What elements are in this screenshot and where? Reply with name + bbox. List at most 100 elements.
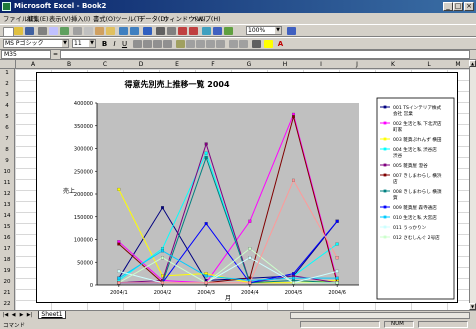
align-center-icon[interactable] [143, 40, 152, 48]
excel-app-icon[interactable] [2, 2, 11, 11]
spelling-icon[interactable] [60, 27, 69, 35]
redo-icon[interactable] [130, 27, 139, 35]
chart-wizard-icon[interactable] [202, 27, 211, 35]
row-header[interactable]: 8 [0, 147, 14, 153]
drawing-icon[interactable] [224, 27, 233, 35]
underline-icon[interactable]: U [120, 40, 129, 48]
comma-icon[interactable] [196, 40, 205, 48]
name-box[interactable]: M35 [1, 50, 51, 59]
cut-icon[interactable] [73, 27, 82, 35]
select-all-corner[interactable] [0, 60, 16, 68]
map-icon[interactable] [213, 27, 222, 35]
borders-icon[interactable] [252, 40, 261, 48]
minimize-button[interactable]: _ [443, 2, 453, 11]
align-right-icon[interactable] [153, 40, 162, 48]
column-header[interactable]: J [339, 61, 375, 68]
row-header[interactable]: 11 [0, 180, 14, 186]
merge-center-icon[interactable] [163, 40, 172, 48]
scroll-down-icon[interactable]: ▼ [469, 303, 476, 310]
print-preview-icon[interactable] [49, 27, 58, 35]
column-header[interactable]: B [51, 61, 87, 68]
row-header[interactable]: 2 [0, 81, 14, 87]
chart-legend[interactable] [376, 97, 455, 300]
format-painter-icon[interactable] [106, 27, 115, 35]
help-icon[interactable] [287, 27, 296, 35]
bold-icon[interactable]: B [100, 40, 109, 48]
column-header[interactable]: L [411, 61, 447, 68]
currency-icon[interactable] [176, 40, 185, 48]
column-header[interactable]: E [159, 61, 195, 68]
menu-view[interactable]: 表示(V) [49, 14, 71, 23]
row-header[interactable]: 3 [0, 92, 14, 98]
row-header[interactable]: 5 [0, 114, 14, 120]
close-button[interactable]: × [464, 2, 474, 11]
italic-icon[interactable]: I [110, 40, 119, 48]
row-header[interactable]: 17 [0, 246, 14, 252]
function-icon[interactable] [167, 27, 176, 35]
print-icon[interactable] [38, 27, 47, 35]
column-header[interactable]: K [375, 61, 411, 68]
scroll-up-icon[interactable]: ▲ [469, 60, 476, 67]
row-header[interactable]: 19 [0, 268, 14, 274]
column-header[interactable]: A [15, 61, 51, 68]
row-header[interactable]: 20 [0, 279, 14, 285]
open-icon[interactable] [14, 27, 23, 35]
percent-icon[interactable] [186, 40, 195, 48]
row-header[interactable]: 9 [0, 158, 14, 164]
paste-icon[interactable] [95, 27, 104, 35]
sort-descending-icon[interactable] [189, 27, 198, 35]
increase-decimal-icon[interactable] [206, 40, 215, 48]
menu-help[interactable]: ヘルプ(H) [192, 14, 221, 23]
vertical-scrollbar[interactable]: ▲ ▼ [469, 60, 476, 310]
undo-icon[interactable] [119, 27, 128, 35]
row-header[interactable]: 1 [0, 70, 14, 76]
formula-equals[interactable]: = [53, 51, 58, 58]
row-header[interactable]: 12 [0, 191, 14, 197]
row-header[interactable]: 16 [0, 235, 14, 241]
menu-insert[interactable]: 挿入(I) [71, 14, 90, 23]
increase-indent-icon[interactable] [239, 40, 248, 48]
save-icon[interactable] [25, 27, 34, 35]
column-header[interactable]: C [87, 61, 123, 68]
chevron-down-icon[interactable]: ▼ [275, 27, 281, 34]
row-header[interactable]: 6 [0, 125, 14, 131]
hyperlink-icon[interactable] [143, 27, 152, 35]
font-size-select[interactable]: 11 ▼ [72, 39, 96, 48]
column-header[interactable]: D [123, 61, 159, 68]
new-icon[interactable] [3, 27, 14, 37]
maximize-button[interactable]: □ [453, 2, 463, 11]
row-header[interactable]: 18 [0, 257, 14, 263]
row-header[interactable]: 10 [0, 169, 14, 175]
decrease-decimal-icon[interactable] [216, 40, 225, 48]
align-left-icon[interactable] [133, 40, 142, 48]
row-header[interactable]: 13 [0, 202, 14, 208]
column-header[interactable]: G [231, 61, 267, 68]
row-header[interactable]: 22 [0, 301, 14, 307]
horizontal-scrollbar[interactable] [290, 312, 470, 319]
sheet-tab-sheet1[interactable]: Sheet1 [38, 311, 66, 319]
chevron-down-icon[interactable]: ▼ [62, 40, 68, 47]
font-name-select[interactable]: MS Pゴシック ▼ [3, 39, 69, 48]
font-color-icon[interactable]: A [276, 40, 285, 48]
column-header[interactable]: I [303, 61, 339, 68]
column-header[interactable]: F [195, 61, 231, 68]
row-header[interactable]: 15 [0, 224, 14, 230]
formula-input[interactable] [60, 50, 470, 59]
prev-sheet-icon[interactable]: ◀ [10, 312, 17, 319]
row-header[interactable]: 4 [0, 103, 14, 109]
zoom-select[interactable]: 100% ▼ [246, 26, 282, 35]
copy-icon[interactable] [84, 27, 93, 35]
last-sheet-icon[interactable]: ▶| [26, 312, 33, 319]
menu-format[interactable]: 書式(O) [93, 14, 115, 23]
chevron-down-icon[interactable]: ▼ [89, 40, 95, 47]
fill-color-icon[interactable] [264, 40, 273, 48]
row-header[interactable]: 14 [0, 213, 14, 219]
decrease-indent-icon[interactable] [229, 40, 238, 48]
row-header[interactable]: 7 [0, 136, 14, 142]
first-sheet-icon[interactable]: |◀ [2, 312, 9, 319]
autosum-icon[interactable] [156, 27, 165, 35]
sort-ascending-icon[interactable] [178, 27, 187, 35]
row-header[interactable]: 21 [0, 290, 14, 296]
column-header[interactable]: M [447, 61, 469, 68]
embedded-chart[interactable]: 得意先別売上推移一覧 2004 売上 月 0 50000 100000 150000 2… [36, 72, 458, 303]
